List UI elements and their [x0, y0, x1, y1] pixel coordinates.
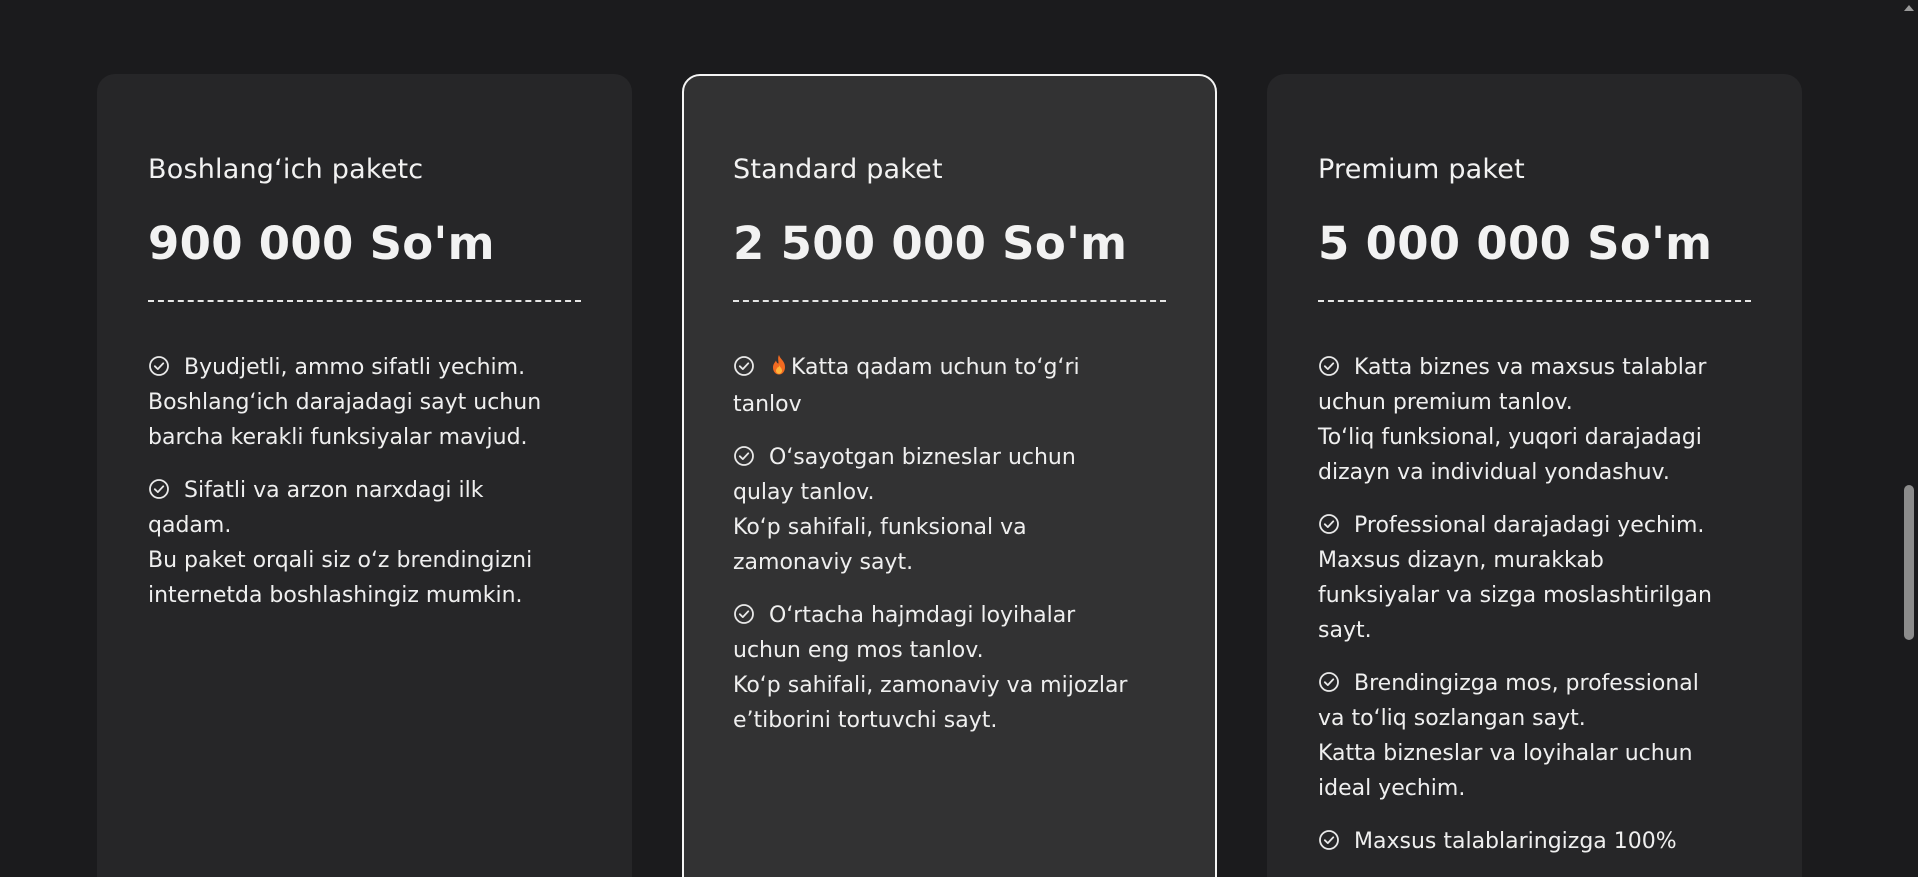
- dashed-divider: [733, 300, 1166, 302]
- feature-list: Katta qadam uchun to‘g‘ri tanlov O‘sayot…: [733, 350, 1166, 738]
- check-circle-icon: [148, 478, 170, 500]
- check-circle-icon: [733, 445, 755, 467]
- feature-item: O‘rtacha hajmdagi loyihalar uchun eng mo…: [733, 598, 1166, 738]
- feature-text: Bu paket orqali siz o‘z brendingizni: [148, 548, 533, 573]
- feature-text: Brendingizga mos, professional: [1354, 671, 1699, 696]
- card-price: 900 000 So'm: [148, 217, 495, 270]
- feature-text: To‘liq funksional, yuqori darajadagi: [1318, 425, 1702, 450]
- feature-list: Katta biznes va maxsus talablar uchun pr…: [1318, 350, 1751, 859]
- check-circle-icon: [1318, 513, 1340, 535]
- check-circle-icon: [148, 355, 170, 377]
- feature-text: dizayn va individual yondashuv.: [1318, 460, 1670, 485]
- check-circle-icon: [1318, 671, 1340, 693]
- card-title: Standard paket: [733, 154, 943, 185]
- dashed-divider: [1318, 300, 1751, 302]
- feature-text: Byudjetli, ammo sifatli yechim.: [184, 355, 526, 380]
- feature-text: barcha kerakli funksiyalar mavjud.: [148, 425, 528, 450]
- feature-item: Maxsus talablaringizga 100%: [1318, 824, 1751, 859]
- scroll-up-arrow-icon[interactable]: [1904, 5, 1914, 11]
- feature-text: Professional darajadagi yechim.: [1354, 513, 1705, 538]
- feature-item: Professional darajadagi yechim. Maxsus d…: [1318, 508, 1751, 648]
- feature-text: O‘rtacha hajmdagi loyihalar: [769, 603, 1076, 628]
- feature-text: Ko‘p sahifali, zamonaviy va mijozlar: [733, 673, 1128, 698]
- card-title: Premium paket: [1318, 154, 1525, 185]
- feature-text: Katta qadam uchun to‘g‘ri: [791, 355, 1080, 380]
- feature-text: O‘sayotgan bizneslar uchun: [769, 445, 1076, 470]
- pricing-card-premium[interactable]: Premium paket 5 000 000 So'm Katta bizne…: [1267, 74, 1802, 877]
- pricing-cards: Boshlang‘ich paketc 900 000 So'm Byudjet…: [97, 74, 1802, 877]
- feature-text: Sifatli va arzon narxdagi ilk: [184, 478, 484, 503]
- feature-item: Sifatli va arzon narxdagi ilk qadam. Bu …: [148, 473, 581, 613]
- check-circle-icon: [1318, 355, 1340, 377]
- feature-text: uchun premium tanlov.: [1318, 390, 1573, 415]
- fire-icon: [769, 352, 789, 387]
- vertical-scrollbar[interactable]: [1900, 0, 1918, 877]
- pricing-card-basic[interactable]: Boshlang‘ich paketc 900 000 So'm Byudjet…: [97, 74, 632, 877]
- check-circle-icon: [733, 603, 755, 625]
- check-circle-icon: [733, 355, 755, 377]
- feature-text: qadam.: [148, 513, 232, 538]
- feature-text: uchun eng mos tanlov.: [733, 638, 984, 663]
- feature-text: Maxsus talablaringizga 100%: [1354, 829, 1677, 854]
- dashed-divider: [148, 300, 581, 302]
- feature-item: Byudjetli, ammo sifatli yechim. Boshlang…: [148, 350, 581, 455]
- feature-text: zamonaviy sayt.: [733, 550, 914, 575]
- pricing-card-standard[interactable]: Standard paket 2 500 000 So'm Katta qada…: [682, 74, 1217, 877]
- card-price: 2 500 000 So'm: [733, 217, 1128, 270]
- feature-item: O‘sayotgan bizneslar uchun qulay tanlov.…: [733, 440, 1166, 580]
- feature-text: Katta biznes va maxsus talablar: [1354, 355, 1707, 380]
- pricing-page: Boshlang‘ich paketc 900 000 So'm Byudjet…: [0, 0, 1918, 877]
- feature-item: Katta biznes va maxsus talablar uchun pr…: [1318, 350, 1751, 490]
- feature-text: Maxsus dizayn, murakkab: [1318, 548, 1604, 573]
- feature-text: internetda boshlashingiz mumkin.: [148, 583, 523, 608]
- feature-item: Brendingizga mos, professional va to‘liq…: [1318, 666, 1751, 806]
- check-circle-icon: [1318, 829, 1340, 851]
- feature-text: qulay tanlov.: [733, 480, 875, 505]
- card-price: 5 000 000 So'm: [1318, 217, 1713, 270]
- feature-text: tanlov: [733, 392, 802, 417]
- feature-text: va to‘liq sozlangan sayt.: [1318, 706, 1586, 731]
- feature-text: sayt.: [1318, 618, 1372, 643]
- feature-item: Katta qadam uchun to‘g‘ri tanlov: [733, 350, 1166, 422]
- feature-text: funksiyalar va sizga moslashtirilgan: [1318, 583, 1712, 608]
- feature-list: Byudjetli, ammo sifatli yechim. Boshlang…: [148, 350, 581, 613]
- feature-text: ideal yechim.: [1318, 776, 1466, 801]
- feature-text: e’tiborini tortuvchi sayt.: [733, 708, 998, 733]
- card-title: Boshlang‘ich paketc: [148, 154, 424, 185]
- feature-text: Katta bizneslar va loyihalar uchun: [1318, 741, 1693, 766]
- feature-text: Ko‘p sahifali, funksional va: [733, 515, 1027, 540]
- scroll-thumb[interactable]: [1904, 485, 1914, 640]
- feature-text: Boshlang‘ich darajadagi sayt uchun: [148, 390, 542, 415]
